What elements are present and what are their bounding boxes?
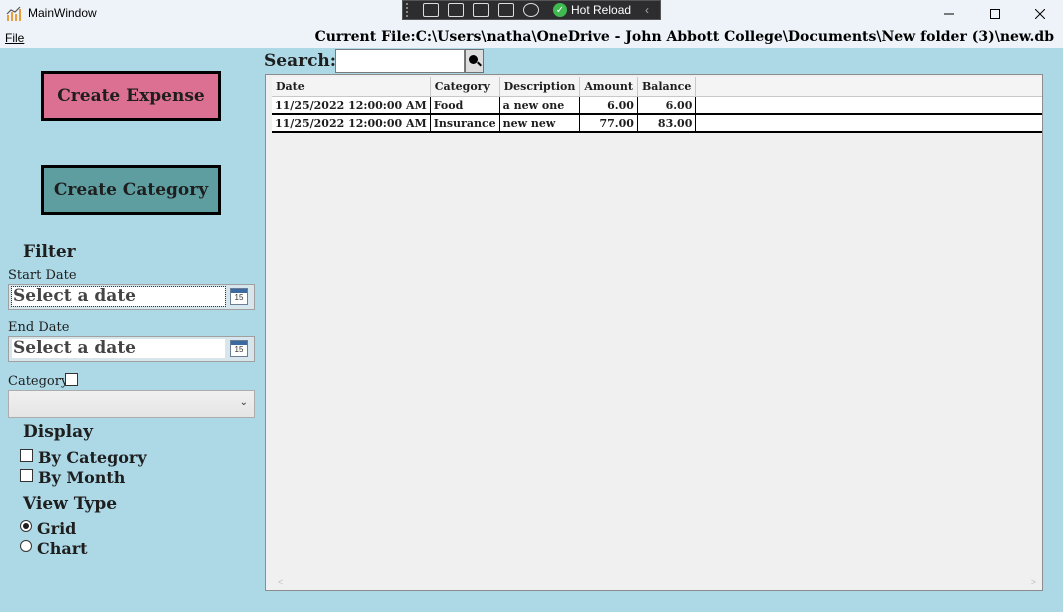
expenses-table: Date Category Description Amount Balance…	[272, 77, 1042, 133]
table-row[interactable]: 11/25/2022 12:00:00 AM Insurance new new…	[272, 114, 1042, 133]
track-focus-icon[interactable]	[498, 3, 514, 17]
hot-reload-label[interactable]: Hot Reload	[571, 3, 631, 17]
cell-date[interactable]: 11/25/2022 12:00:00 AM	[272, 96, 431, 115]
end-date-input[interactable]: Select a date	[12, 339, 225, 358]
calendar-icon[interactable]: 15	[230, 340, 248, 357]
category-dropdown[interactable]: ⌄	[8, 390, 255, 418]
column-header-description[interactable]: Description	[499, 77, 581, 97]
by-month-checkbox[interactable]	[20, 469, 33, 482]
category-filter-checkbox[interactable]	[65, 373, 78, 386]
maximize-icon	[990, 9, 1000, 19]
column-header-category[interactable]: Category	[430, 77, 500, 97]
toolbar-grip-icon[interactable]	[406, 3, 414, 17]
by-month-label[interactable]: By Month	[38, 468, 125, 487]
cell-filler	[695, 96, 1042, 115]
cell-amount[interactable]: 77.00	[579, 114, 638, 133]
display-layout-adorners-icon[interactable]	[473, 3, 489, 17]
debug-toolbar: ✓ Hot Reload ‹	[402, 0, 661, 20]
table-row[interactable]: 11/25/2022 12:00:00 AM Food a new one 6.…	[272, 96, 1042, 115]
maximize-button[interactable]	[972, 0, 1018, 28]
display-heading: Display	[23, 422, 94, 442]
filter-heading: Filter	[23, 242, 76, 262]
app-chart-icon	[6, 6, 21, 21]
grid-radio-label[interactable]: Grid	[37, 519, 76, 538]
search-input[interactable]	[335, 49, 465, 73]
column-header-date[interactable]: Date	[272, 77, 431, 97]
cell-date[interactable]: 11/25/2022 12:00:00 AM	[272, 114, 431, 133]
column-header-balance[interactable]: Balance	[637, 77, 697, 97]
grid-radio[interactable]	[20, 520, 32, 532]
start-date-label: Start Date	[8, 268, 77, 283]
end-date-picker[interactable]: Select a date 15	[8, 336, 255, 362]
collapse-toolbar-icon[interactable]: ‹	[645, 3, 649, 17]
category-filter-label: Category	[8, 374, 69, 389]
chevron-down-icon: ⌄	[239, 397, 248, 408]
binding-failures-icon[interactable]	[523, 3, 539, 17]
close-button[interactable]	[1017, 0, 1063, 28]
by-category-label[interactable]: By Category	[38, 448, 147, 467]
create-expense-button[interactable]: Create Expense	[41, 71, 221, 121]
table-header-row: Date Category Description Amount Balance	[272, 77, 1042, 97]
search-button[interactable]	[465, 49, 484, 73]
minimize-icon	[944, 13, 954, 15]
end-date-label: End Date	[8, 320, 70, 335]
start-date-input[interactable]: Select a date	[11, 286, 226, 307]
select-element-icon[interactable]	[448, 3, 464, 17]
cell-description[interactable]: new new	[499, 114, 581, 133]
column-header-filler	[695, 77, 1042, 97]
menu-file[interactable]: File	[5, 31, 24, 45]
scroll-left-icon[interactable]: <	[278, 577, 283, 587]
search-label: Search:	[264, 51, 337, 71]
chart-radio-label[interactable]: Chart	[37, 539, 88, 558]
minimize-button[interactable]	[926, 0, 972, 28]
cell-balance[interactable]: 6.00	[637, 96, 697, 115]
cell-amount[interactable]: 6.00	[579, 96, 638, 115]
view-type-heading: View Type	[23, 494, 118, 514]
chart-radio[interactable]	[20, 540, 32, 552]
live-visual-tree-icon[interactable]	[423, 3, 439, 17]
calendar-icon[interactable]: 15	[230, 288, 248, 305]
column-header-amount[interactable]: Amount	[579, 77, 638, 97]
close-icon	[1035, 9, 1045, 19]
start-date-picker[interactable]: Select a date 15	[8, 284, 255, 310]
window-title: MainWindow	[28, 6, 97, 20]
create-category-button[interactable]: Create Category	[41, 165, 221, 215]
check-icon: ✓	[553, 3, 567, 17]
expenses-grid[interactable]: Date Category Description Amount Balance…	[265, 74, 1043, 591]
cell-category[interactable]: Food	[430, 96, 500, 115]
by-category-checkbox[interactable]	[20, 449, 33, 462]
cell-balance[interactable]: 83.00	[637, 114, 697, 133]
cell-category[interactable]: Insurance	[430, 114, 500, 133]
cell-filler	[695, 114, 1042, 133]
scroll-right-icon[interactable]: >	[1031, 577, 1036, 587]
current-file-path: Current File:C:\Users\natha\OneDrive - J…	[314, 29, 1054, 45]
cell-description[interactable]: a new one	[499, 96, 581, 115]
